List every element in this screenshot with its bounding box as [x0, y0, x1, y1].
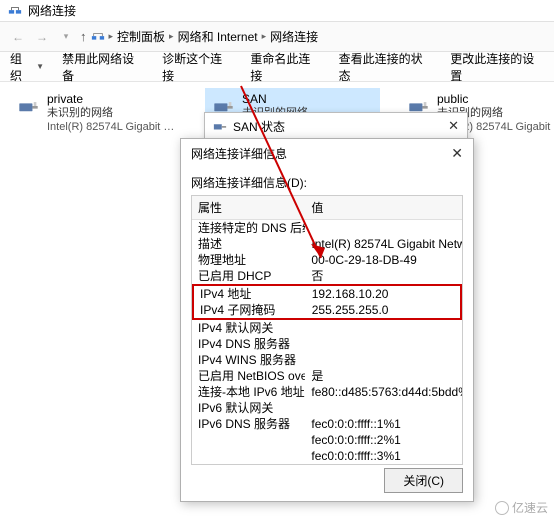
property-row[interactable]: IPv4 默认网关	[192, 320, 462, 336]
prop-key	[192, 432, 305, 448]
adapter-private[interactable]: private 未识别的网络 Intel(R) 82574L Gigabit N…	[10, 88, 185, 138]
adapter-name: public	[437, 92, 554, 106]
rename-connection[interactable]: 重命名此连接	[250, 50, 320, 84]
crumb-network-connections[interactable]: 网络连接	[270, 28, 318, 45]
adapter-status: 未识别的网络	[47, 106, 177, 120]
prop-key	[192, 448, 305, 464]
crumb-sep-icon: ▸	[262, 31, 267, 42]
property-row[interactable]: IPv6 默认网关	[192, 400, 462, 416]
prop-key: 已启用 DHCP	[192, 268, 305, 284]
adapter-desc: Intel(R) 82574L Gigabit Netwo...	[47, 120, 177, 134]
prop-key: IPv4 默认网关	[192, 320, 305, 336]
crumb-sep-icon: ▸	[109, 31, 114, 42]
prop-value	[305, 400, 462, 416]
status-dialog[interactable]: SAN 状态 ✕	[204, 112, 468, 140]
address-bar: ← → ▾ ↑ ▸ 控制面板 ▸ 网络和 Internet ▸ 网络连接	[0, 22, 554, 52]
property-row[interactable]: 物理地址00-0C-29-18-DB-49	[192, 252, 462, 268]
property-row[interactable]: 已启用 NetBIOS over Tcpip是	[192, 368, 462, 384]
details-label: 网络连接详细信息(D):	[191, 174, 463, 191]
prop-value	[305, 220, 462, 236]
recent-dropdown[interactable]: ▾	[56, 27, 76, 47]
prop-key: IPv4 DNS 服务器	[192, 336, 305, 352]
window-title: 网络连接	[28, 2, 76, 19]
details-close-icon[interactable]: ✕	[451, 145, 463, 162]
prop-key: 连接特定的 DNS 后缀	[192, 220, 305, 236]
prop-key: 已启用 NetBIOS over Tcpip	[192, 368, 305, 384]
close-button[interactable]: 关闭(C)	[384, 468, 463, 493]
property-row[interactable]: 连接特定的 DNS 后缀	[192, 220, 462, 236]
prop-value: 192.168.10.20	[306, 286, 460, 302]
prop-key: IPv4 WINS 服务器	[192, 352, 305, 368]
property-row[interactable]: fec0:0:0:ffff::2%1	[192, 432, 462, 448]
prop-value: fec0:0:0:ffff::3%1	[305, 448, 462, 464]
back-button[interactable]: ←	[8, 27, 28, 47]
property-row[interactable]: 连接-本地 IPv6 地址fe80::d485:5763:d44d:5bdd%6	[192, 384, 462, 400]
details-title: 网络连接详细信息	[191, 145, 287, 162]
disable-device[interactable]: 禁用此网络设备	[62, 50, 144, 84]
details-dialog: 网络连接详细信息 ✕ 网络连接详细信息(D): 属性 值 连接特定的 DNS 后…	[180, 138, 474, 502]
prop-value: fec0:0:0:ffff::2%1	[305, 432, 462, 448]
prop-value: Intel(R) 82574L Gigabit Network Connect	[305, 236, 462, 252]
prop-value	[305, 352, 462, 368]
prop-key: 描述	[192, 236, 305, 252]
prop-value	[305, 336, 462, 352]
command-bar: 组织▼ 禁用此网络设备 诊断这个连接 重命名此连接 查看此连接的状态 更改此连接…	[0, 52, 554, 82]
property-row[interactable]: IPv6 DNS 服务器fec0:0:0:ffff::1%1	[192, 416, 462, 432]
watermark-icon	[495, 501, 509, 515]
status-dialog-title: SAN 状态	[233, 118, 285, 135]
adapter-name: SAN	[242, 92, 372, 106]
prop-key: 连接-本地 IPv6 地址	[192, 384, 305, 400]
crumb-network-internet[interactable]: 网络和 Internet	[178, 28, 258, 45]
property-row[interactable]: 已启用 DHCP否	[192, 268, 462, 284]
watermark: 亿速云	[495, 499, 548, 516]
change-settings[interactable]: 更改此连接的设置	[450, 50, 544, 84]
col-property[interactable]: 属性	[192, 196, 305, 219]
watermark-text: 亿速云	[512, 499, 548, 516]
diagnose-connection[interactable]: 诊断这个连接	[162, 50, 232, 84]
network-path-icon	[91, 31, 105, 43]
property-list[interactable]: 属性 值 连接特定的 DNS 后缀描述Intel(R) 82574L Gigab…	[191, 195, 463, 465]
breadcrumb[interactable]: 控制面板 ▸ 网络和 Internet ▸ 网络连接	[117, 28, 318, 45]
up-button[interactable]: ↑	[80, 29, 87, 44]
prop-key: IPv6 默认网关	[192, 400, 305, 416]
prop-key: IPv4 地址	[194, 286, 306, 302]
crumb-sep-icon: ▸	[169, 31, 174, 42]
property-row[interactable]: fec0:0:0:ffff::3%1	[192, 448, 462, 464]
prop-value: 255.255.255.0	[306, 302, 460, 318]
prop-value: fe80::d485:5763:d44d:5bdd%6	[305, 384, 462, 400]
property-row[interactable]: IPv4 子网掩码255.255.255.0	[194, 302, 460, 318]
crumb-control-panel[interactable]: 控制面板	[117, 28, 165, 45]
prop-value: 00-0C-29-18-DB-49	[305, 252, 462, 268]
prop-value	[305, 320, 462, 336]
adapter-name: private	[47, 92, 177, 106]
organize-menu[interactable]: 组织▼	[10, 50, 44, 84]
status-close-icon[interactable]: ✕	[448, 118, 459, 134]
prop-value: 否	[305, 268, 462, 284]
prop-key: IPv4 子网掩码	[194, 302, 306, 318]
property-row[interactable]: IPv4 DNS 服务器	[192, 336, 462, 352]
prop-key: IPv6 DNS 服务器	[192, 416, 305, 432]
prop-value: 是	[305, 368, 462, 384]
title-bar: 网络连接	[0, 0, 554, 22]
nic-icon	[18, 94, 39, 118]
property-row[interactable]: IPv4 WINS 服务器	[192, 352, 462, 368]
prop-value: fec0:0:0:ffff::1%1	[305, 416, 462, 432]
nic-small-icon	[213, 120, 227, 132]
property-row[interactable]: 描述Intel(R) 82574L Gigabit Network Connec…	[192, 236, 462, 252]
network-icon	[8, 4, 22, 18]
forward-button[interactable]: →	[32, 27, 52, 47]
property-row[interactable]: IPv4 地址192.168.10.20	[194, 286, 460, 302]
prop-key: 物理地址	[192, 252, 305, 268]
col-value[interactable]: 值	[305, 196, 462, 219]
view-status[interactable]: 查看此连接的状态	[339, 50, 433, 84]
highlighted-rows: IPv4 地址192.168.10.20IPv4 子网掩码255.255.255…	[192, 284, 462, 320]
